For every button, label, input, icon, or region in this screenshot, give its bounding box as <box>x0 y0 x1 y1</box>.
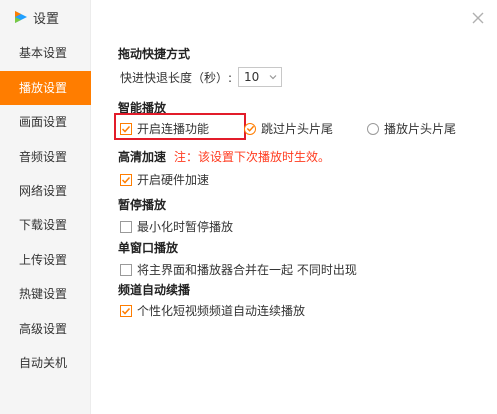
continuous-play-label: 开启连播功能 <box>137 122 210 136</box>
check-icon <box>246 125 254 132</box>
play-intro-label: 播放片头片尾 <box>384 122 457 136</box>
brand: 设置 <box>13 7 59 27</box>
seek-length-select[interactable]: 10 <box>238 67 283 87</box>
app-logo-icon <box>15 11 27 23</box>
sidebar-item-basic[interactable]: 基本设置 <box>0 36 91 70</box>
skip-intro-label: 跳过片头片尾 <box>261 122 334 136</box>
sidebar-item-audio[interactable]: 音频设置 <box>0 140 91 174</box>
skip-intro-radio[interactable] <box>244 122 256 135</box>
sidebar-item-auto-shutdown[interactable]: 自动关机 <box>0 346 91 380</box>
seek-length-label: 快进快退长度（秒）: <box>120 70 233 85</box>
continuous-play-checkbox[interactable] <box>120 122 132 135</box>
continuous-play-option[interactable]: 开启连播功能 <box>120 120 209 137</box>
merge-window-checkbox[interactable] <box>120 263 132 276</box>
channel-auto-option[interactable]: 个性化短视频频道自动连续播放 <box>120 302 305 319</box>
settings-content: 拖动快捷方式 快进快退长度（秒）: 10 智能播放 开启连播功能 跳过片头片尾 <box>108 0 497 414</box>
section-single-window-title: 单窗口播放 <box>118 241 179 255</box>
hw-accel-checkbox[interactable] <box>120 173 132 186</box>
window-title: 设置 <box>33 11 60 27</box>
sidebar-item-advanced[interactable]: 高级设置 <box>0 312 91 346</box>
chevron-down-icon <box>269 75 277 80</box>
skip-intro-option[interactable]: 跳过片头片尾 <box>244 120 333 137</box>
section-drag-shortcut-title: 拖动快捷方式 <box>118 47 191 61</box>
seek-length-value: 10 <box>244 70 260 84</box>
merge-window-label: 将主界面和播放器合并在一起 不同时出现 <box>137 263 357 277</box>
sidebar: 设置 基本设置 播放设置 画面设置 音频设置 网络设置 下载设置 上传设置 热键… <box>0 0 91 414</box>
settings-window: 设置 基本设置 播放设置 画面设置 音频设置 网络设置 下载设置 上传设置 热键… <box>0 0 497 414</box>
play-intro-option[interactable]: 播放片头片尾 <box>367 120 456 137</box>
minimize-pause-label: 最小化时暂停播放 <box>137 220 234 234</box>
sidebar-item-download[interactable]: 下载设置 <box>0 208 91 242</box>
channel-auto-checkbox[interactable] <box>120 304 132 317</box>
sidebar-item-picture[interactable]: 画面设置 <box>0 105 91 139</box>
minimize-pause-checkbox[interactable] <box>120 220 132 233</box>
channel-auto-label: 个性化短视频频道自动连续播放 <box>137 304 306 318</box>
section-pause-title: 暂停播放 <box>118 198 167 212</box>
section-hd-accel-title: 高清加速 <box>118 150 167 164</box>
section-channel-auto-title: 频道自动续播 <box>118 283 191 297</box>
sidebar-item-playback[interactable]: 播放设置 <box>0 71 91 105</box>
check-icon <box>121 125 131 133</box>
sidebar-item-upload[interactable]: 上传设置 <box>0 243 91 277</box>
hw-accel-option[interactable]: 开启硬件加速 <box>120 171 209 188</box>
hd-accel-header: 高清加速 注：该设置下次播放时生效。 <box>118 148 330 165</box>
hd-accel-note: 注：该设置下次播放时生效。 <box>174 150 331 164</box>
play-intro-radio[interactable] <box>367 122 379 135</box>
seek-length-row: 快进快退长度（秒）: 10 <box>120 67 283 87</box>
check-icon <box>121 176 131 184</box>
sidebar-item-hotkeys[interactable]: 热键设置 <box>0 277 91 311</box>
minimize-pause-option[interactable]: 最小化时暂停播放 <box>120 218 233 235</box>
check-icon <box>121 307 131 315</box>
sidebar-item-network[interactable]: 网络设置 <box>0 174 91 208</box>
merge-window-option[interactable]: 将主界面和播放器合并在一起 不同时出现 <box>120 261 357 278</box>
hw-accel-label: 开启硬件加速 <box>137 173 210 187</box>
